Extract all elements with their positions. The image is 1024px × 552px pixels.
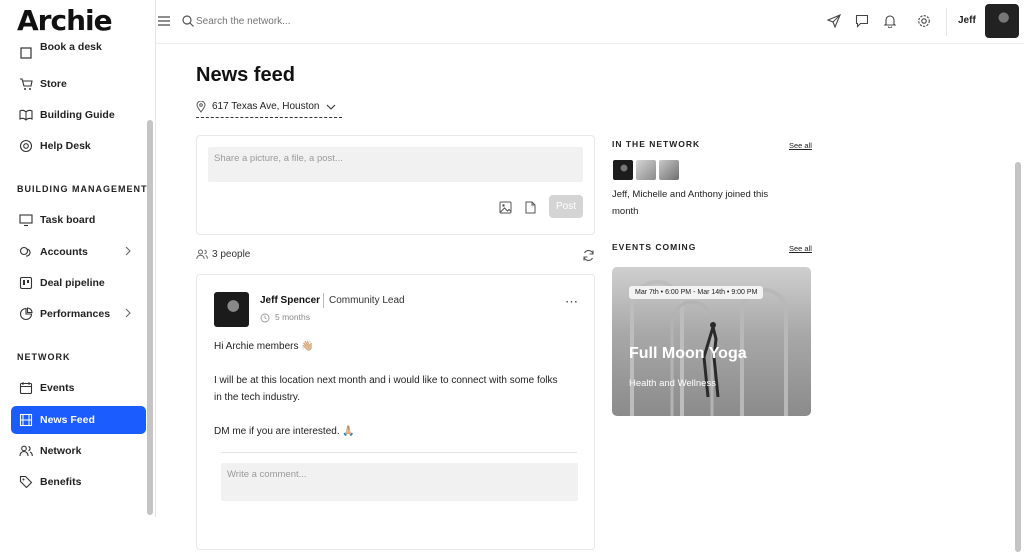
clock-icon bbox=[260, 313, 270, 323]
sidebar-item-book-a-desk[interactable]: Book a desk bbox=[11, 40, 146, 60]
kanban-icon bbox=[19, 276, 33, 290]
avatar[interactable] bbox=[985, 4, 1019, 38]
divider bbox=[323, 293, 324, 308]
events-title: EVENTS COMING bbox=[612, 242, 696, 252]
sidebar-item-label: Accounts bbox=[40, 246, 88, 258]
sidebar-item-news-feed[interactable]: News Feed bbox=[11, 406, 146, 434]
sidebar-scrollbar[interactable] bbox=[147, 120, 153, 515]
refresh-icon[interactable] bbox=[582, 249, 595, 262]
event-category: Health and Wellness bbox=[629, 378, 716, 389]
tag-icon bbox=[19, 475, 33, 489]
post-line-2: I will be at this location next month an… bbox=[214, 375, 558, 386]
sidebar-item-label: News Feed bbox=[40, 414, 95, 426]
author-avatar[interactable] bbox=[214, 292, 249, 327]
bell-icon[interactable] bbox=[883, 14, 897, 28]
gear-icon[interactable] bbox=[917, 14, 931, 28]
header-divider bbox=[946, 8, 947, 36]
main-scrollbar[interactable] bbox=[1015, 162, 1021, 552]
member-avatar[interactable] bbox=[612, 159, 634, 181]
post-line-1: Hi Archie members 👋🏼 bbox=[214, 341, 314, 352]
network-title: IN THE NETWORK bbox=[612, 139, 700, 149]
event-dates: Mar 7th • 6:00 PM - Mar 14th • 9:00 PM bbox=[629, 286, 763, 299]
post-button[interactable]: Post bbox=[549, 195, 583, 218]
sidebar-item-label: Task board bbox=[40, 214, 95, 226]
network-joined-text: Jeff, Michelle and Anthony joined this bbox=[612, 189, 768, 200]
sidebar-item-performances[interactable]: Performances bbox=[11, 300, 146, 328]
menu-icon[interactable] bbox=[158, 15, 170, 27]
comment-divider bbox=[221, 452, 577, 453]
calendar-icon bbox=[19, 381, 33, 395]
sidebar-item-label: Book a desk bbox=[40, 41, 102, 53]
users-icon bbox=[196, 249, 208, 260]
app-logo: Archie bbox=[17, 4, 112, 37]
sidebar-item-building-guide[interactable]: Building Guide bbox=[11, 101, 146, 129]
page-title: News feed bbox=[196, 64, 295, 87]
film-icon bbox=[19, 413, 33, 427]
chevron-right-icon bbox=[123, 308, 133, 318]
chat-icon[interactable] bbox=[855, 14, 869, 28]
coins-icon bbox=[19, 245, 33, 259]
sidebar-item-events[interactable]: Events bbox=[11, 374, 146, 402]
sidebar-item-label: Events bbox=[40, 382, 74, 394]
section-building-management: BUILDING MANAGEMENT bbox=[17, 184, 148, 194]
chevron-right-icon bbox=[123, 246, 133, 256]
people-count: 3 people bbox=[212, 249, 250, 260]
sidebar-item-benefits[interactable]: Benefits bbox=[11, 468, 146, 496]
monitor-icon bbox=[19, 213, 33, 227]
users-icon bbox=[19, 444, 33, 458]
sidebar: Archie Book a desk Store Building Guide … bbox=[0, 0, 156, 517]
top-bar: Jeff bbox=[156, 0, 1024, 44]
file-icon[interactable] bbox=[525, 201, 536, 214]
desk-icon bbox=[19, 46, 33, 60]
post-input[interactable]: Share a picture, a file, a post... bbox=[208, 147, 583, 182]
comment-input[interactable]: Write a comment... bbox=[221, 463, 578, 501]
chevron-down-icon bbox=[326, 103, 336, 111]
sidebar-item-label: Help Desk bbox=[40, 140, 91, 152]
post-composer: Share a picture, a file, a post... Post bbox=[196, 135, 595, 235]
search-icon bbox=[182, 15, 194, 27]
sidebar-item-help-desk[interactable]: Help Desk bbox=[11, 132, 146, 160]
post-line-4: DM me if you are interested. 🙏🏼 bbox=[214, 426, 355, 437]
sidebar-item-label: Store bbox=[40, 78, 67, 90]
search-input[interactable] bbox=[196, 12, 396, 30]
sidebar-item-deal-pipeline[interactable]: Deal pipeline bbox=[11, 269, 146, 297]
sidebar-item-network[interactable]: Network bbox=[11, 437, 146, 465]
sidebar-item-label: Benefits bbox=[40, 476, 81, 488]
post-line-3: in the tech industry. bbox=[214, 392, 300, 403]
lifebuoy-icon bbox=[19, 139, 33, 153]
sidebar-item-store[interactable]: Store bbox=[11, 70, 146, 98]
map-pin-icon bbox=[196, 101, 206, 113]
sidebar-item-label: Performances bbox=[40, 308, 110, 320]
book-icon bbox=[19, 108, 33, 122]
member-avatar[interactable] bbox=[635, 159, 657, 181]
sidebar-item-task-board[interactable]: Task board bbox=[11, 206, 146, 234]
main-content: News feed 617 Texas Ave, Houston Share a… bbox=[156, 44, 1024, 517]
pie-chart-icon bbox=[19, 307, 33, 321]
author-role: Community Lead bbox=[329, 295, 405, 306]
post-card: Jeff Spencer Community Lead 5 months ⋯ H… bbox=[196, 274, 595, 550]
member-avatar[interactable] bbox=[658, 159, 680, 181]
cart-icon bbox=[19, 77, 33, 91]
send-icon[interactable] bbox=[827, 14, 841, 28]
section-network: NETWORK bbox=[17, 352, 71, 362]
network-see-all-link[interactable]: See all bbox=[789, 141, 812, 150]
more-options-icon[interactable]: ⋯ bbox=[565, 294, 579, 310]
network-joined-text-2: month bbox=[612, 206, 638, 217]
post-time: 5 months bbox=[275, 312, 310, 322]
sidebar-item-label: Deal pipeline bbox=[40, 277, 105, 289]
sidebar-item-label: Building Guide bbox=[40, 109, 115, 121]
events-see-all-link[interactable]: See all bbox=[789, 244, 812, 253]
location-selector[interactable]: 617 Texas Ave, Houston bbox=[196, 100, 342, 118]
image-icon[interactable] bbox=[499, 201, 512, 214]
user-name[interactable]: Jeff bbox=[958, 15, 976, 26]
author-name[interactable]: Jeff Spencer bbox=[260, 295, 320, 306]
location-label: 617 Texas Ave, Houston bbox=[212, 101, 320, 112]
event-card[interactable]: Mar 7th • 6:00 PM - Mar 14th • 9:00 PM F… bbox=[612, 267, 811, 416]
sidebar-item-label: Network bbox=[40, 445, 81, 457]
event-name: Full Moon Yoga bbox=[629, 345, 747, 363]
sidebar-item-accounts[interactable]: Accounts bbox=[11, 238, 146, 266]
